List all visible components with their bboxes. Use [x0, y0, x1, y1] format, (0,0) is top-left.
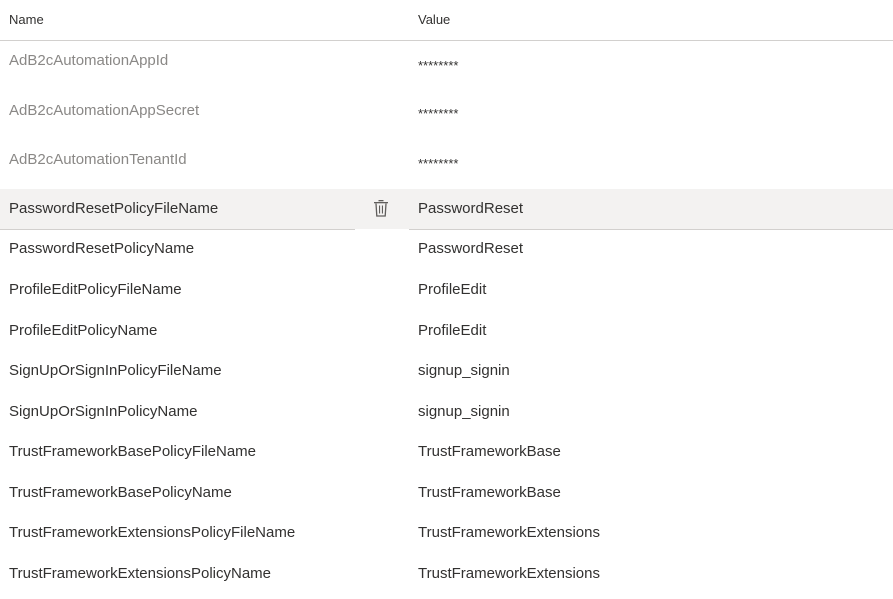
column-header-name[interactable]: Name — [9, 12, 44, 27]
variable-value[interactable]: TrustFrameworkExtensions — [418, 565, 600, 582]
variable-value[interactable]: TrustFrameworkBase — [418, 484, 561, 501]
variable-name[interactable]: TrustFrameworkExtensionsPolicyFileName — [9, 524, 295, 541]
table-row[interactable]: TrustFrameworkExtensionsPolicyName Trust… — [0, 554, 893, 594]
variable-value[interactable]: ******** — [418, 58, 458, 73]
variable-name[interactable]: AdB2cAutomationAppSecret — [9, 102, 199, 119]
table-row[interactable]: TrustFrameworkExtensionsPolicyFileName T… — [0, 513, 893, 554]
variable-name[interactable]: PasswordResetPolicyName — [9, 240, 194, 257]
variable-value[interactable]: ProfileEdit — [418, 322, 486, 339]
column-header-value[interactable]: Value — [418, 12, 450, 27]
delete-variable-button[interactable] — [371, 198, 391, 218]
table-row[interactable]: AdB2cAutomationAppId ******** — [0, 41, 893, 90]
variable-name[interactable]: TrustFrameworkBasePolicyFileName — [9, 443, 256, 460]
variable-name[interactable]: PasswordResetPolicyFileName — [9, 200, 218, 217]
variable-value[interactable]: TrustFrameworkExtensions — [418, 524, 600, 541]
variable-name[interactable]: ProfileEditPolicyFileName — [9, 281, 182, 298]
table-row[interactable]: TrustFrameworkBasePolicyFileName TrustFr… — [0, 432, 893, 473]
variable-value[interactable]: signup_signin — [418, 403, 510, 420]
variable-name[interactable]: AdB2cAutomationAppId — [9, 52, 168, 69]
variable-value[interactable]: ProfileEdit — [418, 281, 486, 298]
table-header: Name Value — [0, 0, 893, 41]
variable-name[interactable]: AdB2cAutomationTenantId — [9, 151, 187, 168]
variable-value[interactable]: signup_signin — [418, 362, 510, 379]
variable-name[interactable]: TrustFrameworkExtensionsPolicyName — [9, 565, 271, 582]
table-row[interactable]: ProfileEditPolicyName ProfileEdit — [0, 311, 893, 351]
variable-value[interactable]: ******** — [418, 106, 458, 121]
variable-value[interactable]: TrustFrameworkBase — [418, 443, 561, 460]
variable-value[interactable]: ******** — [418, 156, 458, 171]
table-row[interactable]: TrustFrameworkBasePolicyName TrustFramew… — [0, 473, 893, 513]
table-row[interactable]: AdB2cAutomationAppSecret ******** — [0, 90, 893, 140]
trash-icon — [374, 200, 388, 217]
table-row[interactable]: AdB2cAutomationTenantId ******** — [0, 140, 893, 189]
variable-value[interactable]: PasswordReset — [418, 240, 523, 257]
variable-name[interactable]: SignUpOrSignInPolicyFileName — [9, 362, 222, 379]
variables-table: Name Value AdB2cAutomationAppId ********… — [0, 0, 893, 582]
table-row[interactable]: SignUpOrSignInPolicyName signup_signin — [0, 392, 893, 432]
table-row[interactable]: PasswordResetPolicyName PasswordReset — [0, 230, 893, 270]
table-row-selected[interactable]: PasswordResetPolicyFileName PasswordRese… — [0, 189, 893, 230]
table-row[interactable]: ProfileEditPolicyFileName ProfileEdit — [0, 270, 893, 311]
variable-value[interactable]: PasswordReset — [418, 200, 523, 217]
variable-name[interactable]: SignUpOrSignInPolicyName — [9, 403, 197, 420]
variable-name[interactable]: ProfileEditPolicyName — [9, 322, 157, 339]
table-row[interactable]: SignUpOrSignInPolicyFileName signup_sign… — [0, 351, 893, 392]
variable-name[interactable]: TrustFrameworkBasePolicyName — [9, 484, 232, 501]
